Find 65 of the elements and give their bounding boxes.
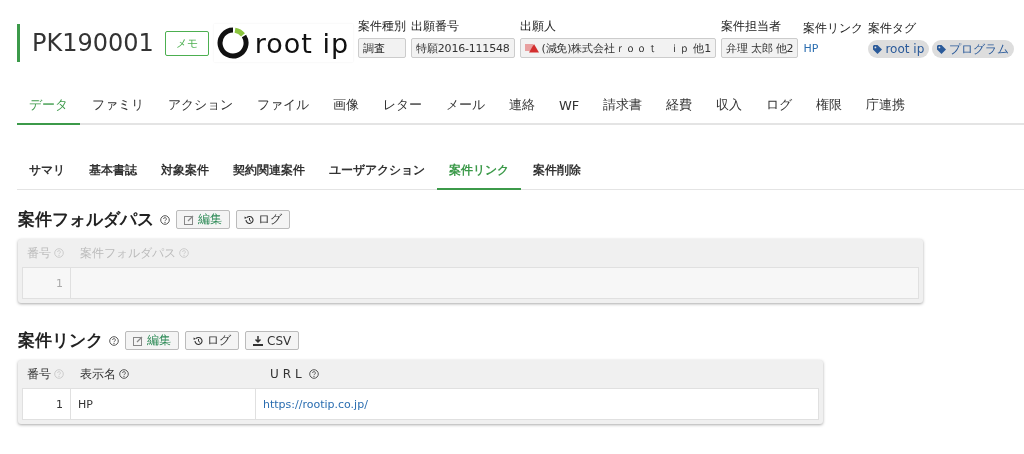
tab[interactable]: 連絡	[497, 89, 547, 125]
table-cell: HP	[78, 397, 93, 411]
case-number: PK190001	[17, 24, 154, 62]
tag-icon	[873, 44, 883, 54]
tab[interactable]: ログ	[754, 89, 805, 125]
sub-tab[interactable]: 契約関連案件	[221, 155, 317, 190]
csv-download-button[interactable]: CSV	[245, 331, 300, 350]
sub-tab[interactable]: 案件リンク	[437, 155, 521, 190]
field-label: 案件タグ	[868, 20, 918, 37]
field-value: 特願2016-111548	[411, 38, 515, 58]
download-icon	[253, 335, 263, 346]
ring-logo-icon	[215, 26, 250, 60]
log-button[interactable]: ログ	[185, 331, 239, 350]
tab[interactable]: ファイル	[245, 89, 321, 125]
tag[interactable]: プログラム	[932, 40, 1015, 58]
field-label: 出願人	[519, 18, 557, 35]
tab[interactable]: メール	[434, 89, 497, 125]
section-title: 案件フォルダパス	[18, 208, 154, 231]
help-icon	[160, 214, 170, 225]
help-icon	[119, 369, 129, 379]
tab[interactable]: 画像	[321, 89, 371, 125]
edit-button[interactable]: 編集	[125, 331, 179, 350]
tab[interactable]: ファミリ	[80, 89, 156, 125]
link[interactable]: HP	[803, 40, 864, 58]
history-icon	[244, 214, 254, 225]
applicant-field: (減免)株式会社ｒｏｏｔ ｉｐ 他1	[519, 38, 717, 58]
logo: root ip	[213, 24, 354, 62]
tab[interactable]: WF	[547, 89, 592, 125]
field-value: 調査	[358, 38, 407, 58]
column-header: URL	[270, 367, 306, 381]
tab[interactable]: アクション	[156, 89, 245, 125]
row-number: 1	[56, 276, 63, 290]
help-icon	[54, 248, 64, 258]
history-icon	[193, 335, 203, 346]
url-link[interactable]: https://rootip.co.jp/	[263, 397, 368, 411]
sub-tab[interactable]: ユーザアクション	[317, 155, 437, 190]
help-icon	[109, 335, 119, 346]
sub-tab[interactable]: 対象案件	[149, 155, 221, 190]
tab[interactable]: 請求書	[591, 89, 655, 125]
tab[interactable]: 収入	[704, 89, 755, 125]
tab[interactable]: データ	[17, 89, 80, 125]
edit-icon	[184, 214, 194, 225]
field-label: 案件担当者	[721, 18, 783, 35]
tab[interactable]: レター	[371, 89, 434, 125]
help-icon	[179, 248, 189, 258]
tab[interactable]: 経費	[654, 89, 705, 125]
help-icon	[308, 369, 319, 379]
tag-icon	[937, 44, 947, 54]
field-label: 案件種別	[358, 18, 407, 35]
sub-tab[interactable]: サマリ	[17, 155, 77, 190]
help-icon	[54, 369, 64, 379]
field-label: 出願番号	[411, 18, 461, 35]
field-label: 案件リンク	[803, 20, 864, 37]
section-title: 案件リンク	[18, 329, 103, 352]
row-number: 1	[56, 397, 63, 411]
column-header: 番号	[27, 365, 51, 383]
warning-icon	[524, 43, 539, 53]
edit-icon	[133, 335, 143, 346]
sub-tab[interactable]: 基本書誌	[77, 155, 149, 190]
tab[interactable]: 庁連携	[854, 89, 918, 125]
column-header: 表示名	[80, 365, 116, 383]
sub-tab[interactable]: 案件削除	[521, 155, 593, 190]
tag[interactable]: root ip	[868, 40, 930, 58]
field-value: 弁理 太郎 他2	[721, 38, 799, 58]
tab[interactable]: 権限	[804, 89, 855, 125]
